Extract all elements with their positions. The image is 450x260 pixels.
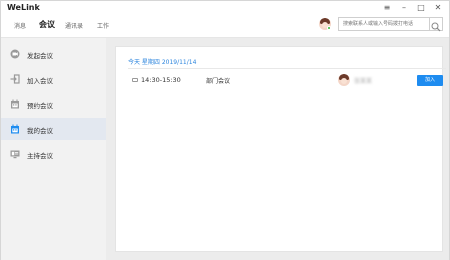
join-arrow-icon xyxy=(10,74,20,84)
sidebar-item-label: 我的会议 xyxy=(27,127,53,135)
date-header: 今天 星期四 2019/11/14 xyxy=(128,59,197,66)
menu-icon[interactable]: ≡ xyxy=(381,2,393,14)
video-call-icon xyxy=(10,49,20,59)
tab-work[interactable]: 工作 xyxy=(97,21,109,30)
online-status-icon xyxy=(327,26,331,30)
join-button[interactable]: 加入 xyxy=(417,75,443,86)
maximize-icon[interactable]: □ xyxy=(415,2,427,14)
search-icon xyxy=(431,22,441,32)
sidebar: 发起会议 加入会议 预约会议 我的会议 主持会议 xyxy=(1,37,106,260)
video-meeting-icon xyxy=(132,78,138,82)
avatar-face xyxy=(341,78,347,84)
organizer-avatar xyxy=(338,74,350,86)
app-window: WeLink ≡ – □ ✕ 消息 会议 通讯录 工作 发起会议 xyxy=(0,0,450,260)
meeting-time: 14:30-15:30 xyxy=(141,76,181,84)
meeting-row[interactable]: 14:30-15:30 部门会议 张某某 加入 xyxy=(116,69,444,91)
minimize-icon[interactable]: – xyxy=(398,2,410,14)
sidebar-item-schedule-meeting[interactable]: 预约会议 xyxy=(1,93,106,115)
my-calendar-icon xyxy=(11,124,19,134)
host-icon xyxy=(10,150,20,159)
calendar-icon xyxy=(11,99,19,109)
organizer-name: 张某某 xyxy=(354,78,373,85)
sidebar-item-start-meeting[interactable]: 发起会议 xyxy=(1,43,106,65)
meeting-list-card: 今天 星期四 2019/11/14 14:30-15:30 部门会议 张某某 加… xyxy=(115,46,446,252)
tab-messages[interactable]: 消息 xyxy=(14,21,26,30)
tab-meetings[interactable]: 会议 xyxy=(39,19,55,30)
sidebar-item-host-meeting[interactable]: 主持会议 xyxy=(1,143,106,165)
sidebar-item-label: 主持会议 xyxy=(27,152,53,160)
close-icon[interactable]: ✕ xyxy=(432,2,444,14)
sidebar-item-my-meetings[interactable]: 我的会议 xyxy=(1,118,106,140)
search-input[interactable] xyxy=(338,17,429,31)
sidebar-item-join-meeting[interactable]: 加入会议 xyxy=(1,68,106,90)
search-button[interactable] xyxy=(429,17,443,32)
title-bar: WeLink ≡ – □ ✕ xyxy=(1,1,449,15)
sidebar-item-label: 发起会议 xyxy=(27,52,53,60)
sidebar-item-label: 加入会议 xyxy=(27,77,53,85)
main-content: 今天 星期四 2019/11/14 14:30-15:30 部门会议 张某某 加… xyxy=(106,37,449,260)
app-title: WeLink xyxy=(7,3,40,12)
meeting-subject: 部门会议 xyxy=(206,78,231,85)
sidebar-item-label: 预约会议 xyxy=(27,102,53,110)
tab-contacts[interactable]: 通讯录 xyxy=(65,21,83,30)
